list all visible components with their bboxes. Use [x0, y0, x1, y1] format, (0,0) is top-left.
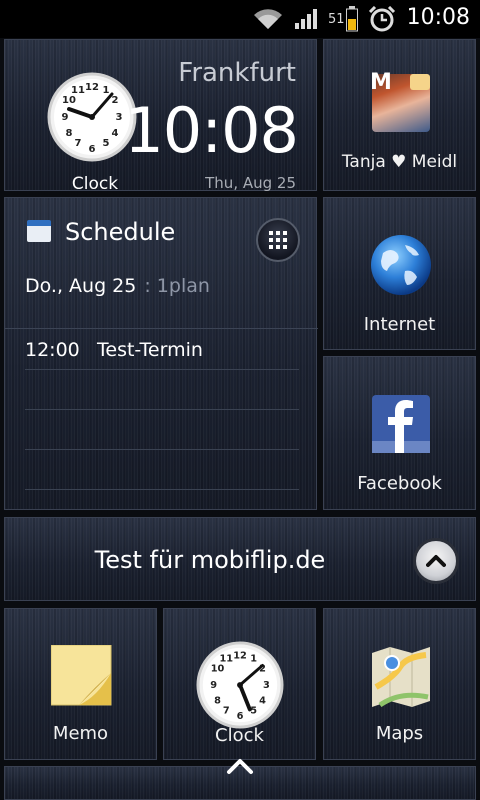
svg-text:8: 8 [214, 696, 221, 707]
battery-level: 51 [328, 12, 345, 27]
mail-badge-icon [410, 74, 430, 90]
svg-text:4: 4 [259, 696, 266, 707]
memo-icon [51, 645, 112, 706]
app-grid-button[interactable] [256, 218, 300, 262]
svg-text:1: 1 [250, 654, 257, 665]
internet-label: Internet [363, 314, 436, 335]
svg-text:6: 6 [89, 144, 96, 155]
contact-name: Tanja ♥ Meidl [341, 152, 458, 172]
signal-icon [295, 9, 317, 29]
wifi-icon [254, 9, 282, 30]
status-time: 10:08 [406, 5, 470, 30]
svg-text:9: 9 [210, 680, 217, 691]
maps-shortcut[interactable]: Maps [323, 608, 476, 760]
divider [25, 489, 299, 490]
divider [5, 328, 318, 329]
svg-text:11: 11 [220, 654, 234, 665]
svg-text:3: 3 [263, 680, 270, 691]
analog-clock-icon: 12 12 345 678 91011 [196, 641, 284, 729]
divider [25, 409, 299, 410]
svg-text:1: 1 [103, 85, 110, 96]
contact-badge: M [370, 70, 392, 95]
svg-text:5: 5 [250, 705, 257, 716]
svg-text:5: 5 [103, 138, 110, 149]
svg-text:11: 11 [71, 85, 85, 96]
facebook-shortcut[interactable]: Facebook [323, 356, 476, 510]
note-widget[interactable]: Test für mobiflip.de [4, 517, 476, 601]
schedule-widget[interactable]: Schedule Do., Aug 25 : 1plan 12:00 Test-Te… [4, 197, 318, 510]
schedule-event[interactable]: 12:00 Test-Termin [25, 339, 203, 361]
facebook-icon [372, 395, 430, 453]
chevron-up-icon[interactable] [226, 756, 254, 776]
maps-label: Maps [375, 723, 424, 744]
event-title: Test-Termin [97, 339, 203, 361]
event-time: 12:00 [25, 339, 80, 361]
clock-shortcut-label: Clock [215, 725, 264, 746]
alarm-icon [368, 6, 396, 32]
clock-widget[interactable]: 12 1 2 345 678 9 10 11 Frankfurt 10:08 Thu, … [4, 39, 317, 194]
note-text: Test für mobiflip.de [94, 546, 326, 574]
globe-icon [371, 235, 431, 295]
status-bar: 51 10:08 [0, 0, 480, 38]
expand-button[interactable] [413, 538, 459, 584]
svg-text:2: 2 [112, 95, 119, 106]
svg-text:8: 8 [66, 128, 73, 139]
calendar-icon [27, 220, 51, 242]
clock-digital-time: 10:08 [124, 94, 299, 167]
svg-text:10: 10 [62, 95, 76, 106]
maps-icon [372, 647, 430, 707]
svg-text:7: 7 [75, 138, 82, 149]
svg-text:12: 12 [85, 82, 99, 93]
memo-label: Memo [52, 723, 109, 744]
svg-text:7: 7 [223, 705, 230, 716]
svg-text:12: 12 [233, 651, 247, 662]
schedule-date: Do., Aug 25 [25, 275, 137, 297]
divider [25, 369, 299, 370]
battery-icon [346, 6, 358, 32]
schedule-calendar-name: : 1plan [144, 275, 210, 297]
contact-widget[interactable]: M Tanja ♥ Meidl [323, 39, 476, 191]
grid-icon [269, 231, 287, 249]
clock-city: Frankfurt [178, 58, 296, 88]
svg-text:3: 3 [116, 112, 123, 123]
internet-shortcut[interactable]: Internet [323, 197, 476, 350]
svg-text:4: 4 [112, 128, 119, 139]
svg-text:10: 10 [211, 663, 225, 674]
svg-text:6: 6 [237, 711, 244, 722]
facebook-label: Facebook [357, 473, 442, 494]
divider [25, 449, 299, 450]
clock-label: Clock [71, 174, 119, 194]
memo-shortcut[interactable]: Memo [4, 608, 157, 760]
chevron-up-icon [426, 555, 446, 567]
schedule-title: Schedule [65, 218, 176, 246]
svg-text:9: 9 [62, 112, 69, 123]
clock-shortcut[interactable]: 12 1 2 345 678 9 10 11 Clock [163, 608, 316, 760]
clock-date: Thu, Aug 25 [205, 174, 296, 192]
schedule-date-row: Do., Aug 25 : 1plan [25, 275, 210, 297]
